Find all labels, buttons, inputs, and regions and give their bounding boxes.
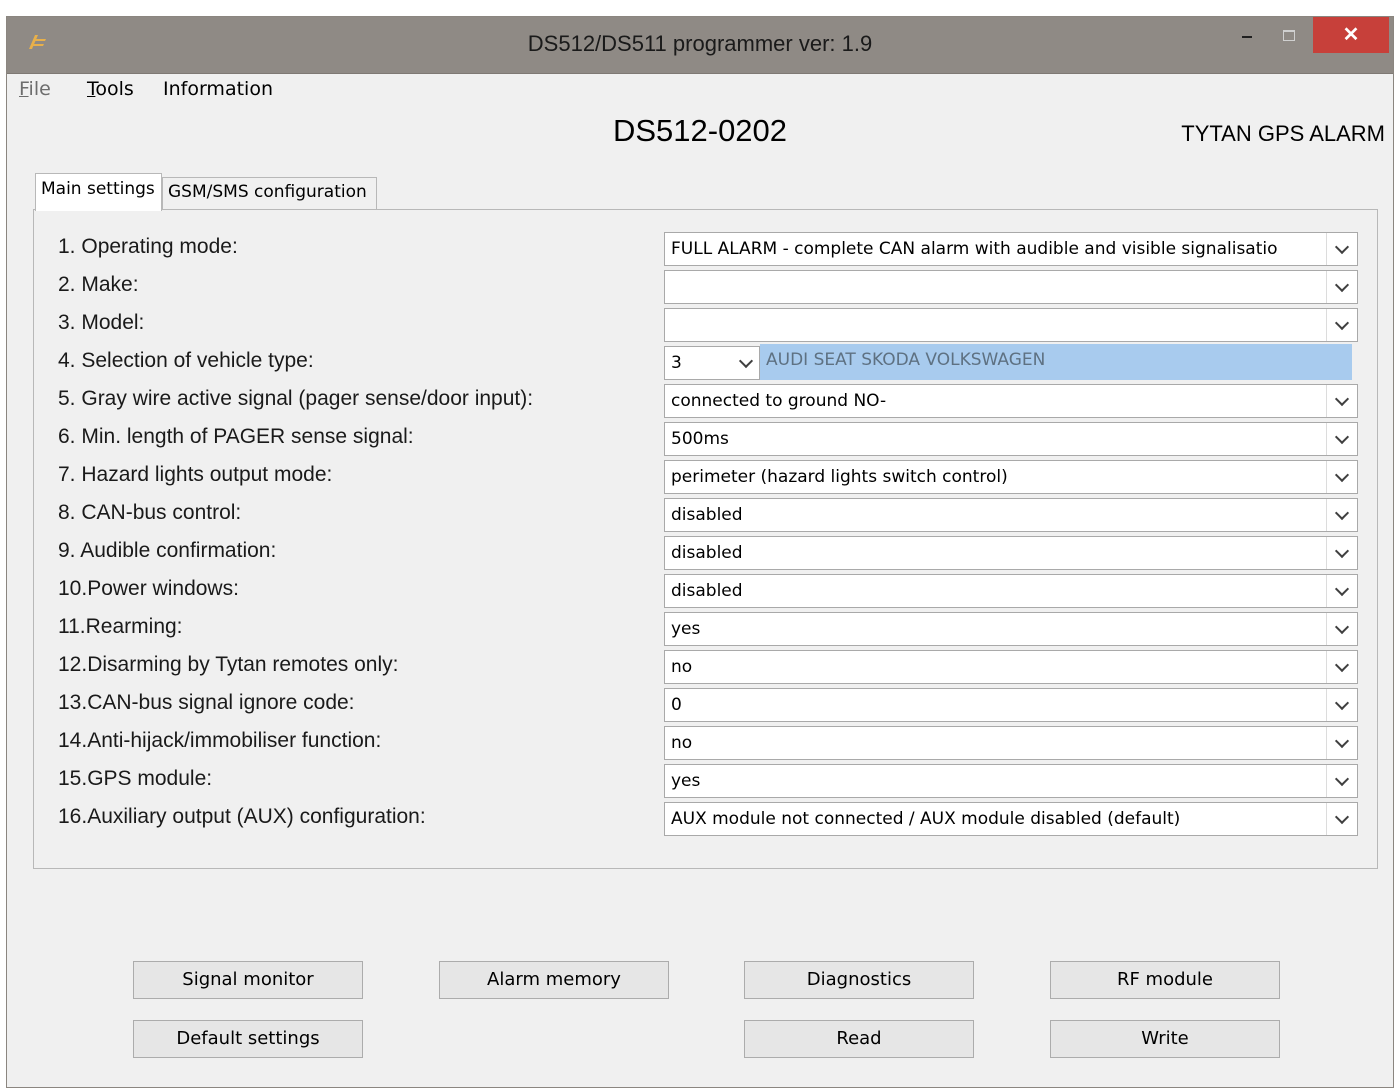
setting-label-vehicle-type: 4. Selection of vehicle type: (58, 349, 314, 372)
setting-label-rearming: 11.Rearming: (58, 615, 183, 638)
close-button[interactable]: ✕ (1313, 17, 1389, 53)
chevron-down-icon[interactable] (1326, 233, 1357, 265)
disarming-select[interactable]: no (664, 650, 1358, 684)
gps-module-select[interactable]: yes (664, 764, 1358, 798)
make-select[interactable] (664, 270, 1358, 304)
chevron-down-icon[interactable] (1326, 727, 1357, 759)
setting-label-can-bus-control: 8. CAN-bus control: (58, 501, 242, 524)
chevron-down-icon[interactable] (1326, 803, 1357, 835)
tab-main-settings[interactable]: Main settings (35, 173, 162, 211)
setting-label-can-ignore-code: 13.CAN-bus signal ignore code: (58, 691, 355, 714)
power-windows-select[interactable]: disabled (664, 574, 1358, 608)
setting-label-audible-confirmation: 9. Audible confirmation: (58, 539, 277, 562)
chevron-down-icon[interactable] (1326, 651, 1357, 683)
app-window: DS512/DS511 programmer ver: 1.9 ✕ File T… (6, 16, 1394, 1088)
setting-label-gps-module: 15.GPS module: (58, 767, 213, 790)
chevron-down-icon[interactable] (1326, 271, 1357, 303)
maximize-icon (1283, 29, 1295, 41)
setting-label-model: 3. Model: (58, 311, 145, 334)
setting-label-anti-hijack: 14.Anti-hijack/immobiliser function: (58, 729, 382, 752)
setting-label-make: 2. Make: (58, 273, 139, 296)
chevron-down-icon[interactable] (1326, 423, 1357, 455)
setting-label-gray-wire: 5. Gray wire active signal (pager sense/… (58, 387, 534, 410)
alarm-memory-button[interactable]: Alarm memory (439, 961, 669, 999)
read-button[interactable]: Read (744, 1020, 974, 1058)
vehicle-brands-display: AUDI SEAT SKODA VOLKSWAGEN (760, 344, 1352, 380)
signal-monitor-button[interactable]: Signal monitor (133, 961, 363, 999)
vehicle-type-select[interactable]: 3 (664, 346, 760, 380)
can-bus-control-select[interactable]: disabled (664, 498, 1358, 532)
gray-wire-select[interactable]: connected to ground NO- (664, 384, 1358, 418)
setting-label-aux-config: 16.Auxiliary output (AUX) configuration: (58, 805, 426, 828)
maximize-button[interactable] (1269, 17, 1309, 53)
chevron-down-icon[interactable] (1326, 689, 1357, 721)
setting-label-pager-length: 6. Min. length of PAGER sense signal: (58, 425, 414, 448)
menu-bar: File Tools Information (7, 74, 1393, 104)
title-bar: DS512/DS511 programmer ver: 1.9 ✕ (7, 17, 1393, 74)
setting-label-hazard-lights: 7. Hazard lights output mode: (58, 463, 333, 486)
chevron-down-icon[interactable] (1326, 461, 1357, 493)
setting-label-disarming: 12.Disarming by Tytan remotes only: (58, 653, 399, 676)
model-select[interactable] (664, 308, 1358, 342)
minimize-button[interactable] (1227, 17, 1267, 53)
setting-label-operating-mode: 1. Operating mode: (58, 235, 238, 258)
chevron-down-icon[interactable] (1326, 613, 1357, 645)
setting-label-power-windows: 10.Power windows: (58, 577, 239, 600)
diagnostics-button[interactable]: Diagnostics (744, 961, 974, 999)
hazard-lights-select[interactable]: perimeter (hazard lights switch control) (664, 460, 1358, 494)
chevron-down-icon[interactable] (1326, 309, 1357, 341)
aux-config-select[interactable]: AUX module not connected / AUX module di… (664, 802, 1358, 836)
operating-mode-select[interactable]: FULL ALARM - complete CAN alarm with aud… (664, 232, 1358, 266)
write-button[interactable]: Write (1050, 1020, 1280, 1058)
chevron-down-icon[interactable] (1326, 499, 1357, 531)
window-title: DS512/DS511 programmer ver: 1.9 (527, 31, 873, 56)
pager-length-select[interactable]: 500ms (664, 422, 1358, 456)
tab-gsm-sms-configuration[interactable]: GSM/SMS configuration (162, 177, 377, 209)
close-icon: ✕ (1342, 24, 1360, 46)
rf-module-button[interactable]: RF module (1050, 961, 1280, 999)
chevron-down-icon[interactable] (1326, 575, 1357, 607)
anti-hijack-select[interactable]: no (664, 726, 1358, 760)
chevron-down-icon[interactable] (1326, 765, 1357, 797)
default-settings-button[interactable]: Default settings (133, 1020, 363, 1058)
chevron-down-icon[interactable] (733, 347, 759, 379)
chevron-down-icon[interactable] (1326, 385, 1357, 417)
main-settings-panel: 1. Operating mode: FULL ALARM - complete… (33, 209, 1378, 869)
rearming-select[interactable]: yes (664, 612, 1358, 646)
audible-confirmation-select[interactable]: disabled (664, 536, 1358, 570)
minimize-icon (1242, 36, 1252, 38)
device-brand: TYTAN GPS ALARM (1181, 121, 1385, 146)
menu-information[interactable]: Information (163, 78, 273, 100)
menu-file[interactable]: File (19, 78, 51, 100)
menu-tools[interactable]: Tools (87, 78, 134, 100)
chevron-down-icon[interactable] (1326, 537, 1357, 569)
can-ignore-code-select[interactable]: 0 (664, 688, 1358, 722)
